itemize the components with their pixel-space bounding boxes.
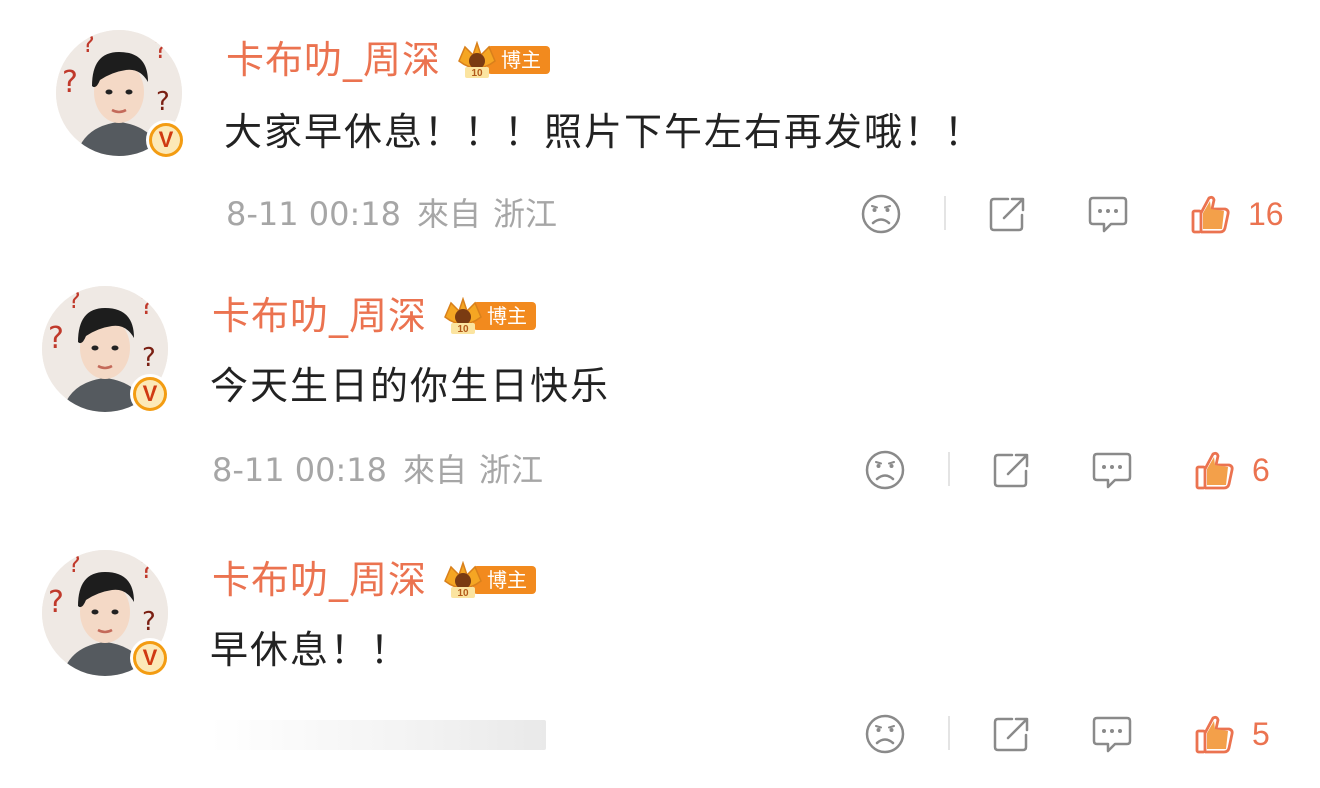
comment-meta: 8-11 00:18 來自 浙江 [226,194,557,234]
svg-text:?: ? [154,35,168,65]
verified-badge-icon: V [146,120,186,160]
sad-face-icon [861,194,901,234]
share-button[interactable] [990,712,1032,756]
share-button[interactable] [990,448,1032,492]
svg-text:10: 10 [457,588,469,599]
share-icon [993,453,1029,488]
comment-text: 大家早休息！！！照片下午左右再发哦！！ [224,110,985,154]
comment-bubble-icon [1088,196,1128,233]
action-divider [944,196,946,230]
comment-meta: 8-11 00:18 來自 浙江 [212,450,543,490]
svg-text:?: ? [156,87,170,117]
comment-actions: 16 [860,192,1300,236]
dislike-button[interactable] [864,448,906,492]
crown-icon: 10 [458,41,496,79]
comment-actions: 5 [864,712,1304,756]
like-count: 6 [1252,451,1270,488]
comment-time: 8-11 00:18 [226,195,402,233]
svg-text:?: ? [142,607,156,637]
reply-button[interactable] [1086,192,1130,236]
reply-button[interactable] [1090,448,1134,492]
comment-location: 浙江 [493,195,558,233]
comment-time: 8-11 00:18 [212,451,388,489]
username-link[interactable]: 卡布叻_周深 [226,38,441,82]
blogger-badge[interactable]: 10 博主 [455,41,551,79]
like-count: 5 [1252,715,1270,752]
verified-badge-icon: V [130,638,170,678]
thumbs-up-icon [1195,451,1234,490]
blogger-badge[interactable]: 10 博主 [441,297,537,335]
username-row: 卡布叻_周深 10 博主 [212,294,537,338]
comment-item: ? ? ? ? V 卡布叻_周深 10 博主 早休息！！ 5 [0,520,1320,780]
comment-source: 來自 [403,451,468,489]
svg-text:10: 10 [471,68,483,79]
comment-bubble-icon [1092,452,1132,489]
svg-text:?: ? [48,321,64,356]
comment-location: 浙江 [479,451,544,489]
share-button[interactable] [986,192,1028,236]
svg-text:?: ? [82,30,95,58]
sad-face-icon [865,714,905,754]
dislike-button[interactable] [860,192,902,236]
action-divider [948,452,950,486]
like-button[interactable]: 16 [1190,192,1284,236]
comment-bubble-icon [1092,716,1132,753]
crown-icon: 10 [444,297,482,335]
share-icon [993,717,1029,752]
comment-meta-placeholder [210,720,546,750]
blogger-badge[interactable]: 10 博主 [441,561,537,599]
comment-text: 今天生日的你生日快乐 [210,364,611,408]
comment-text: 早休息！！ [210,628,411,672]
like-button[interactable]: 5 [1194,712,1270,756]
crown-icon: 10 [444,561,482,599]
comment-actions: 6 [864,448,1304,492]
thumbs-up-icon [1191,195,1230,234]
like-button[interactable]: 6 [1194,448,1270,492]
svg-text:?: ? [62,65,78,100]
action-divider [948,716,950,750]
dislike-button[interactable] [864,712,906,756]
comment-source: 來自 [417,195,482,233]
comment-item: ? ? ? ? V 卡布叻_周深 10 博主 今天生日的你生日快乐 8-11 0… [0,256,1320,516]
reply-button[interactable] [1090,712,1134,756]
svg-text:?: ? [68,550,81,578]
svg-text:?: ? [142,343,156,373]
share-icon [989,197,1025,232]
thumbs-up-icon [1195,715,1234,754]
svg-text:?: ? [140,555,154,585]
username-link[interactable]: 卡布叻_周深 [212,294,427,338]
svg-text:?: ? [48,585,64,620]
username-link[interactable]: 卡布叻_周深 [212,558,427,602]
svg-text:?: ? [68,286,81,314]
svg-text:10: 10 [457,324,469,335]
svg-text:?: ? [140,291,154,321]
verified-badge-icon: V [130,374,170,414]
username-row: 卡布叻_周深 10 博主 [212,558,537,602]
username-row: 卡布叻_周深 10 博主 [226,38,551,82]
sad-face-icon [865,450,905,490]
comment-item: ? ? ? ? V 卡布叻_周深 10 博主 大家早休息！！！照片下午左右再发哦… [0,0,1320,260]
like-count: 16 [1248,195,1284,232]
